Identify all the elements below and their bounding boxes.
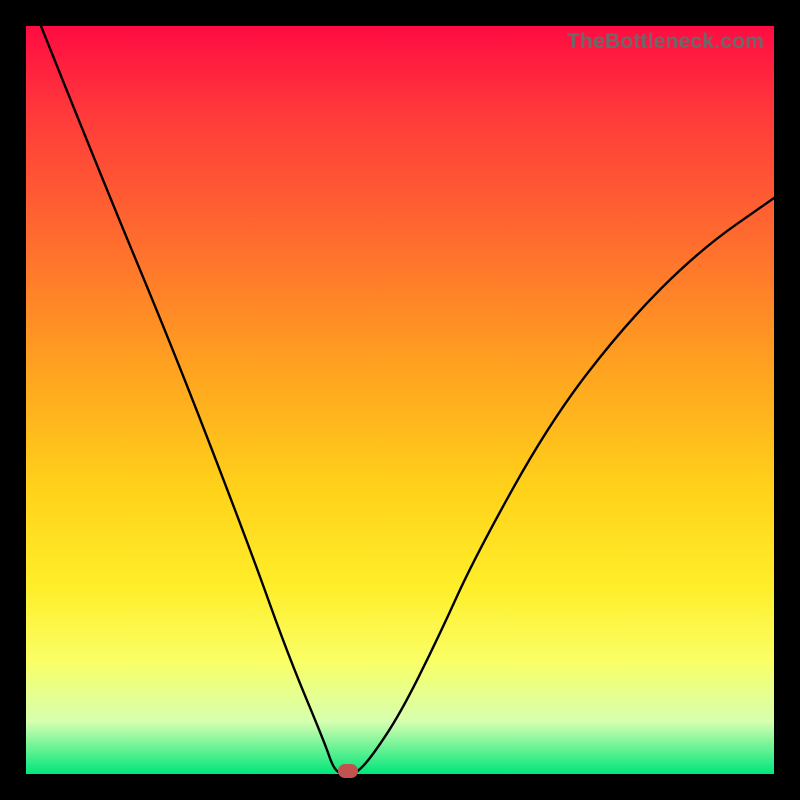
chart-frame: TheBottleneck.com: [0, 0, 800, 800]
optimal-point-marker: [338, 764, 358, 778]
bottleneck-curve: [26, 26, 774, 774]
plot-area: TheBottleneck.com: [26, 26, 774, 774]
